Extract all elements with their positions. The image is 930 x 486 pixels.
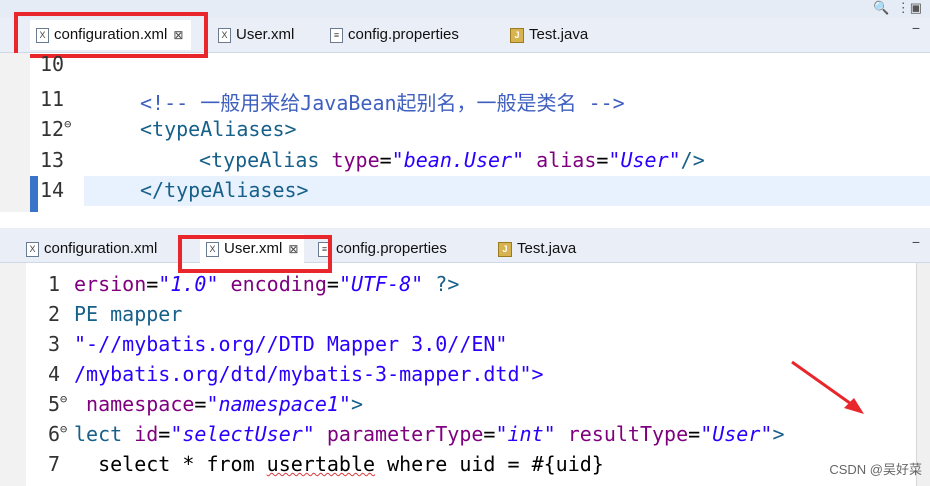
code-line-7: select * from usertable where uid = #{ui… bbox=[74, 452, 604, 476]
properties-file-icon: ≡ bbox=[330, 27, 343, 43]
xml-tag: lect bbox=[74, 422, 123, 446]
highlight-box bbox=[178, 235, 332, 273]
xml-value: "selectUser" bbox=[170, 422, 315, 446]
fold-icon[interactable]: ⊖ bbox=[60, 422, 67, 436]
tab-label: configuration.xml bbox=[44, 240, 158, 257]
line-number-text: 5 bbox=[48, 392, 61, 416]
equals: = bbox=[483, 422, 496, 446]
code-line-12: <typeAliases> bbox=[140, 117, 297, 141]
panel-separator bbox=[0, 212, 930, 228]
xml-tag: </typeAliases> bbox=[140, 178, 309, 202]
tab-label: Test.java bbox=[517, 240, 577, 257]
equals: = bbox=[688, 422, 701, 446]
code-line-11: <!-- 一般用来给JavaBean起别名，一般是类名 --> bbox=[140, 87, 625, 116]
xml-file-icon: X bbox=[26, 241, 39, 257]
line-number: 1 bbox=[48, 272, 61, 296]
line-number: 2 bbox=[48, 302, 61, 326]
xml-attribute: parameterType bbox=[314, 422, 484, 446]
minimize-icon[interactable]: − bbox=[912, 234, 920, 250]
doctype-string: /mybatis.org/dtd/mybatis-3-mapper.dtd"> bbox=[74, 362, 544, 386]
code-line-6: lect id="selectUser" parameterType="int"… bbox=[74, 422, 784, 446]
editor-gutter bbox=[0, 53, 30, 212]
top-editor-panel: 🔍 ⋮▣ Xconfiguration.xml ⊠ X User.xml ≡ conf… bbox=[0, 0, 930, 212]
xml-tag: > bbox=[350, 392, 364, 416]
code-line-14: </typeAliases> bbox=[140, 178, 309, 202]
code-line-5: namespace="namespace1"> bbox=[74, 392, 363, 416]
tab-label: config.properties bbox=[336, 240, 447, 257]
xml-attribute: type bbox=[331, 148, 380, 172]
xml-tag: <typeAliases> bbox=[140, 117, 297, 141]
java-file-icon: J bbox=[498, 241, 512, 257]
sql-text: select * from bbox=[74, 452, 267, 476]
line-number: 7 bbox=[48, 452, 61, 476]
equals: = bbox=[158, 422, 171, 446]
line-number: 12⊖ bbox=[40, 117, 71, 141]
xml-attribute: encoding bbox=[218, 272, 327, 296]
xml-tag: ?> bbox=[423, 272, 460, 296]
tab-config-properties[interactable]: ≡ config.properties bbox=[318, 234, 447, 264]
line-number: 10 bbox=[40, 52, 65, 76]
xml-tag: > bbox=[772, 422, 785, 446]
doctype-text: PE mapper bbox=[74, 302, 183, 326]
bottom-editor-panel: Xconfiguration.xml X User.xml ⊠ ≡ config.pr… bbox=[0, 228, 930, 486]
xml-value: "User" bbox=[700, 422, 773, 446]
xml-value: "namespace1" bbox=[206, 392, 351, 416]
xml-value: "User" bbox=[608, 148, 681, 172]
xml-tag: /> bbox=[680, 148, 705, 172]
xml-tag: <typeAlias bbox=[199, 148, 332, 172]
minimize-icon[interactable]: − bbox=[912, 20, 920, 36]
line-number-text: 6 bbox=[48, 422, 61, 446]
fold-icon[interactable]: ⊖ bbox=[64, 117, 71, 131]
code-line-3: "-//mybatis.org//DTD Mapper 3.0//EN" bbox=[74, 332, 507, 356]
tab-label: config.properties bbox=[348, 26, 459, 43]
xml-attribute: resultType bbox=[555, 422, 689, 446]
equals: = bbox=[596, 148, 609, 172]
code-line-2: PE mapper bbox=[74, 302, 182, 326]
equals: = bbox=[379, 148, 392, 172]
xml-attribute: alias bbox=[524, 148, 597, 172]
fold-icon[interactable]: ⊖ bbox=[60, 392, 67, 406]
xml-file-icon: X bbox=[218, 27, 231, 43]
doctype-string: "-//mybatis.org//DTD Mapper 3.0//EN" bbox=[74, 332, 508, 356]
code-line-13: <typeAlias type="bean.User" alias="User"… bbox=[199, 148, 705, 172]
tab-configuration-xml[interactable]: Xconfiguration.xml bbox=[26, 234, 157, 264]
editor-gutter bbox=[0, 263, 26, 486]
tab-user-xml[interactable]: X User.xml bbox=[218, 20, 294, 50]
red-arrow-annotation bbox=[791, 360, 864, 414]
tab-test-java[interactable]: J Test.java bbox=[510, 20, 588, 50]
equals: = bbox=[326, 272, 339, 296]
toolbar-icons[interactable]: 🔍 ⋮▣ bbox=[873, 0, 922, 16]
line-number: 3 bbox=[48, 332, 61, 356]
xml-attribute: ersion bbox=[74, 272, 147, 296]
tab-label: Test.java bbox=[529, 26, 589, 43]
sql-table-name: usertable bbox=[266, 452, 376, 476]
code-line-1: ersion="1.0" encoding="UTF-8" ?> bbox=[74, 272, 459, 296]
tab-label: User.xml bbox=[236, 26, 295, 43]
line-number-text: 12 bbox=[40, 117, 65, 141]
line-number: 14 bbox=[40, 178, 65, 202]
line-number: 4 bbox=[48, 362, 61, 386]
caret-line-marker bbox=[30, 176, 38, 212]
line-number: 11 bbox=[40, 87, 65, 111]
xml-comment: <!-- 一般用来给JavaBean起别名，一般是类名 --> bbox=[140, 91, 625, 115]
line-number: 6⊖ bbox=[48, 422, 67, 446]
equals: = bbox=[146, 272, 159, 296]
sql-text: where uid = #{uid} bbox=[375, 452, 604, 476]
line-number: 13 bbox=[40, 148, 65, 172]
vertical-scrollbar[interactable] bbox=[916, 263, 930, 486]
watermark: CSDN @吴好菜 bbox=[829, 462, 922, 477]
xml-value: "int" bbox=[495, 422, 556, 446]
xml-attribute: id bbox=[122, 422, 159, 446]
line-number: 5⊖ bbox=[48, 392, 67, 416]
xml-value: "1.0" bbox=[158, 272, 219, 296]
bottom-tab-bar: Xconfiguration.xml X User.xml ⊠ ≡ config.pr… bbox=[0, 228, 930, 264]
code-line-4: /mybatis.org/dtd/mybatis-3-mapper.dtd"> bbox=[74, 362, 544, 386]
equals: = bbox=[194, 392, 207, 416]
java-file-icon: J bbox=[510, 27, 524, 43]
xml-attribute: namespace bbox=[74, 392, 195, 416]
tab-config-properties[interactable]: ≡ config.properties bbox=[330, 20, 459, 50]
xml-value: "UTF-8" bbox=[338, 272, 424, 296]
xml-value: "bean.User" bbox=[391, 148, 525, 172]
tab-test-java[interactable]: J Test.java bbox=[498, 234, 576, 264]
